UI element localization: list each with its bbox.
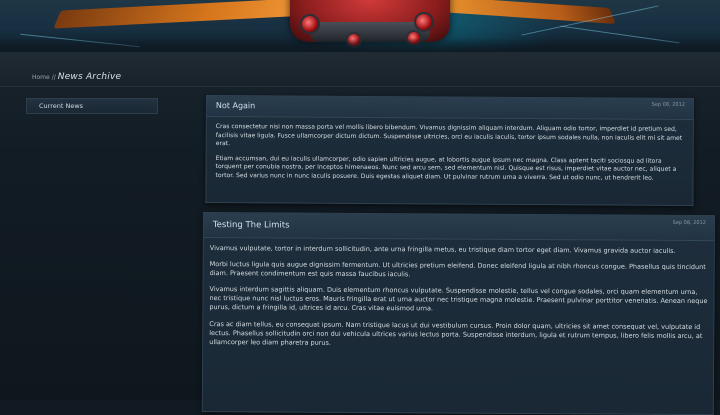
breadcrumb-home-link[interactable]: Home <box>32 74 50 81</box>
hero-banner <box>0 0 720 52</box>
article-paragraph: Morbi luctus ligula quis augue dignissim… <box>209 260 706 279</box>
breadcrumb: Home//News Archive <box>32 64 121 83</box>
article-header: Not Again Sep 08, 2012 <box>206 96 693 120</box>
article-paragraph: Vivamus vulputate, tortor in interdum so… <box>209 244 676 255</box>
news-article: Testing The Limits Sep 08, 2012 Vivamus … <box>201 212 715 415</box>
robot-lens <box>300 14 320 34</box>
article-title[interactable]: Not Again <box>216 101 255 110</box>
article-body: Vivamus vulputate, tortor in interdum so… <box>203 238 714 361</box>
news-article: Not Again Sep 08, 2012 Cras consectetur … <box>205 95 694 206</box>
robot-wing-left <box>53 0 317 29</box>
article-paragraph: Etiam accumsan, dui eu iaculis ullamcorp… <box>215 154 677 182</box>
article-paragraph: Cras ac diam tellus, eu consequat ipsum.… <box>209 319 703 347</box>
article-paragraph: Vivamus interdum sagittis aliquam. Duis … <box>209 285 708 313</box>
page-title: News Archive <box>57 72 122 82</box>
article-title[interactable]: Testing The Limits <box>213 220 290 230</box>
banner-fade <box>0 38 720 52</box>
article-date: Sep 08, 2012 <box>651 101 685 108</box>
breadcrumb-separator: // <box>51 74 56 81</box>
sidebar-item-current-news[interactable]: Current News <box>26 98 158 114</box>
article-paragraph: Cras consectetur nisi non massa porta ve… <box>215 123 683 148</box>
article-body: Cras consectetur nisi non massa porta ve… <box>206 117 692 194</box>
article-header: Testing The Limits Sep 08, 2012 <box>203 213 714 242</box>
article-date: Sep 08, 2012 <box>672 219 706 227</box>
robot-lens <box>414 12 434 32</box>
